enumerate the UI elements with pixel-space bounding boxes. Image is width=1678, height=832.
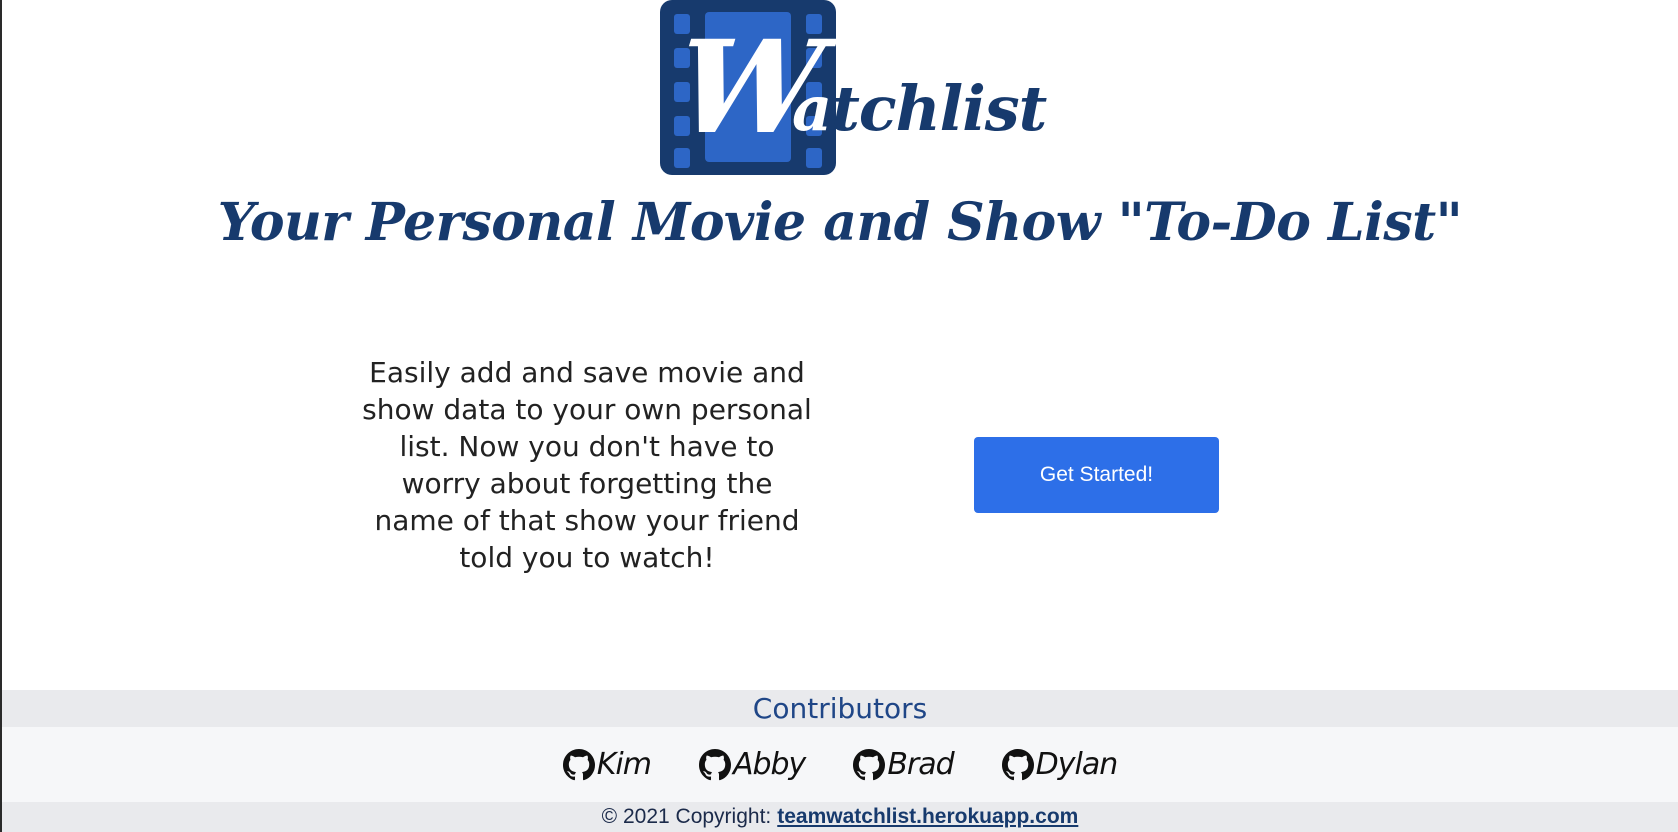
contributors-header: Contributors (2, 690, 1678, 727)
contributor-link-kim[interactable]: Kim (562, 747, 652, 782)
logo-wordmark: atchlist (792, 78, 1047, 140)
contributor-name: Brad (887, 747, 954, 782)
page-tagline: Your Personal Movie and Show "To-Do List… (217, 192, 1463, 253)
contributors-title: Contributors (752, 692, 928, 725)
contributor-link-abby[interactable]: Abby (698, 747, 806, 782)
copyright-text: © 2021 Copyright: (601, 805, 772, 828)
get-started-button[interactable]: Get Started! (974, 437, 1219, 513)
github-icon (562, 748, 595, 780)
contributor-name: Kim (596, 747, 652, 782)
contributor-name: Abby (732, 747, 806, 782)
contributor-link-brad[interactable]: Brad (853, 747, 955, 782)
watchlist-logo[interactable]: W atchlist (660, 0, 1060, 176)
footer: © 2021 Copyright: teamwatchlist.herokuap… (2, 802, 1678, 832)
contributor-link-dylan[interactable]: Dylan (1001, 747, 1119, 782)
site-link[interactable]: teamwatchlist.herokuapp.com (777, 805, 1078, 829)
github-icon (853, 748, 886, 780)
github-icon (698, 748, 731, 780)
logo-wordmark-rest: tchlist (831, 72, 1047, 145)
page: W atchlist Your Personal Movie and Show … (0, 0, 1678, 832)
contributors-list: Kim Abby Brad Dylan (2, 727, 1678, 802)
logo-letter-a: a (792, 72, 832, 145)
intro-description: Easily add and save movie and show data … (362, 356, 812, 574)
github-icon (1001, 748, 1034, 780)
contributor-name: Dylan (1035, 747, 1119, 782)
